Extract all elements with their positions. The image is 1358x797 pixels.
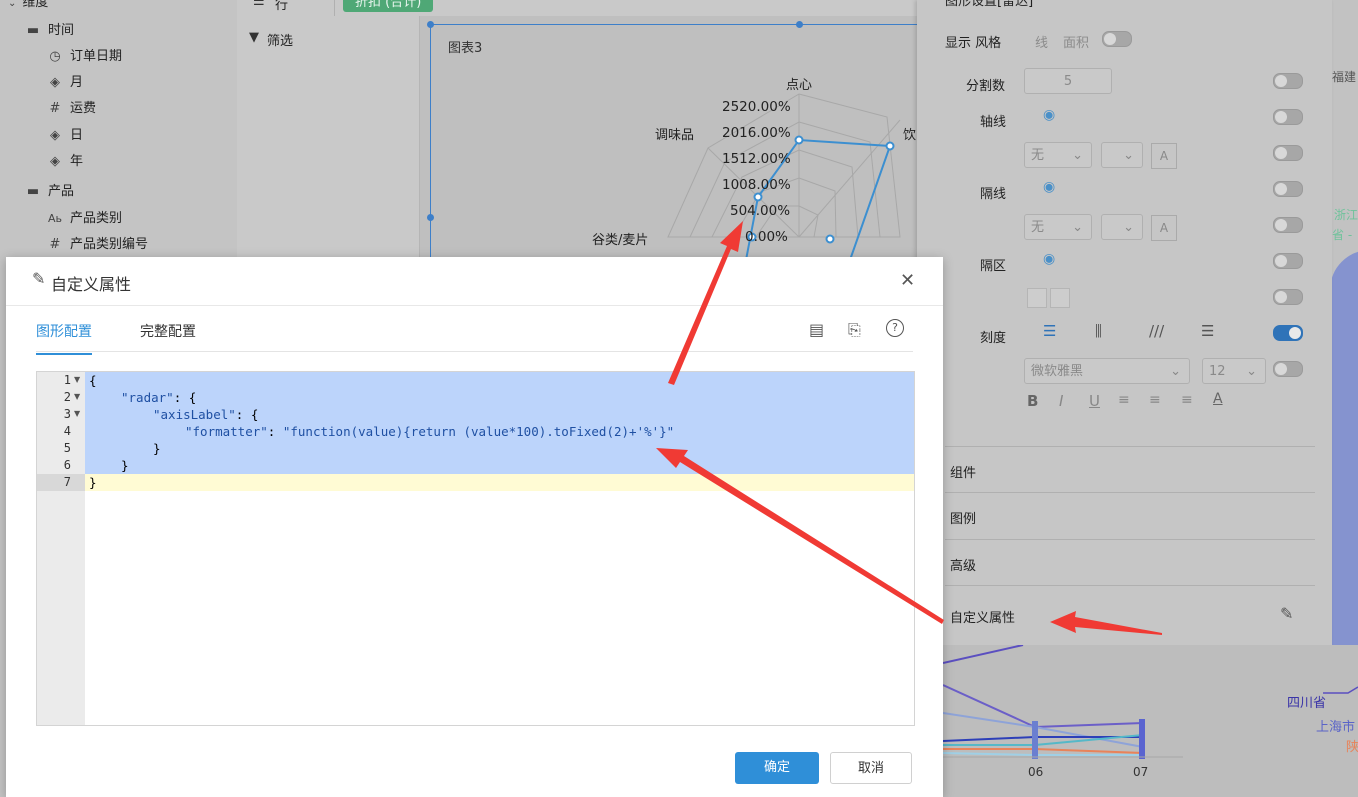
annotation-arrow — [656, 448, 944, 624]
annotation-overlay — [656, 221, 1162, 635]
annotation-arrow — [1050, 611, 1162, 635]
annotation-arrow — [668, 221, 743, 385]
